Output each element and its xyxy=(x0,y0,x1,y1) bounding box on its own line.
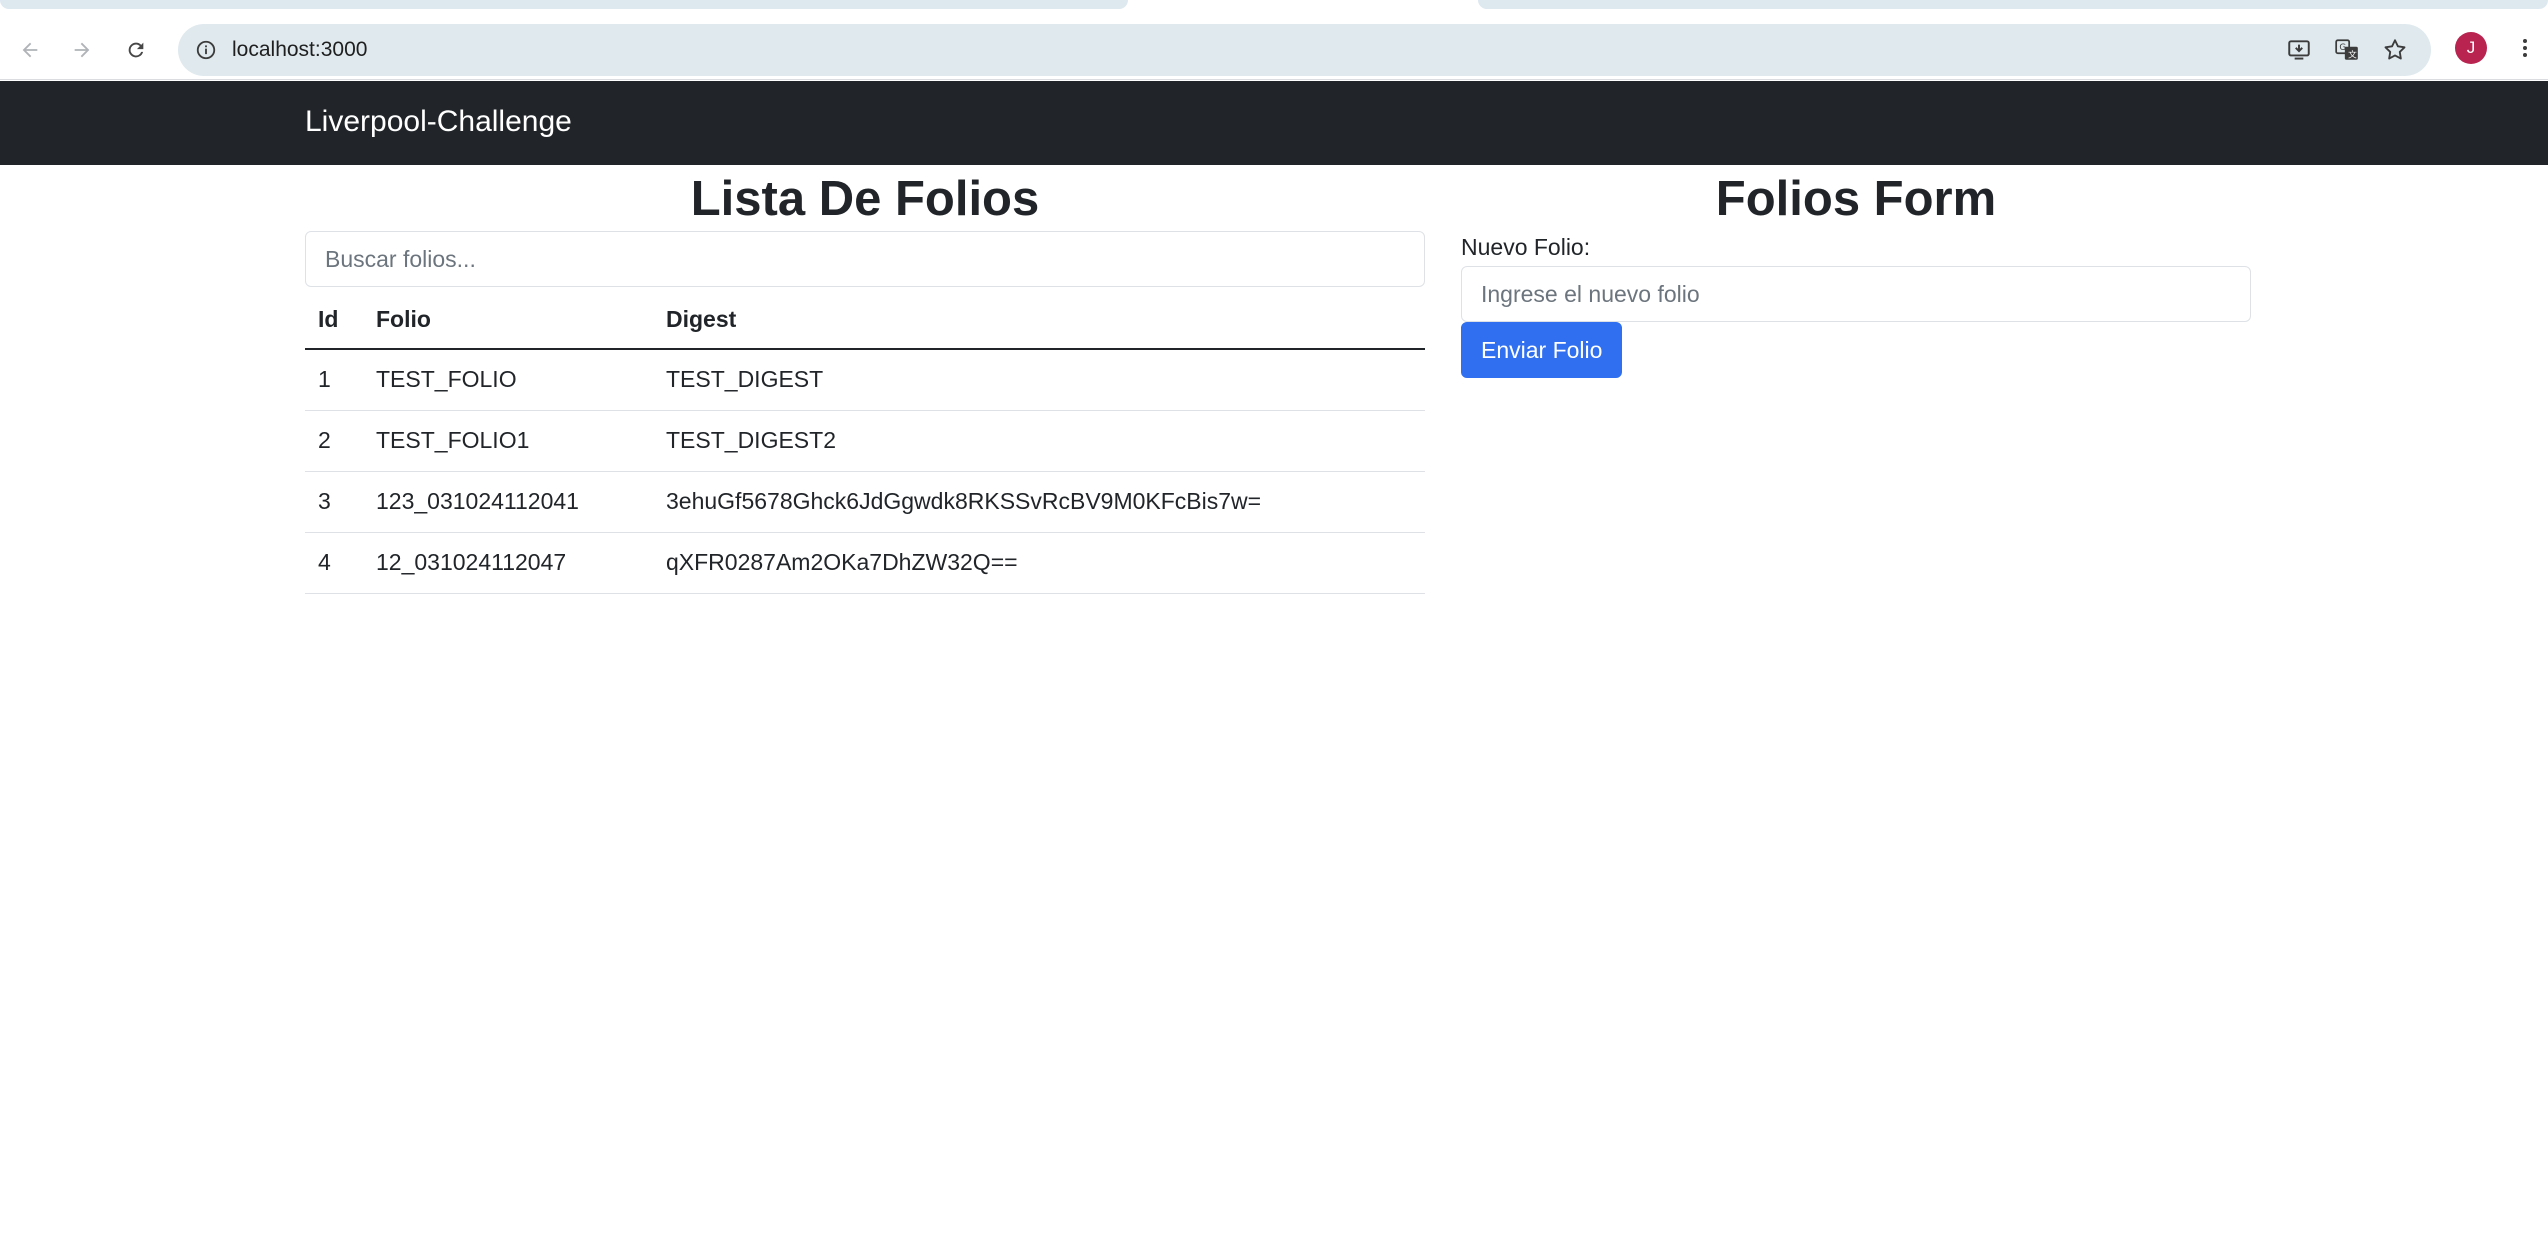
folios-table: Id Folio Digest 1 TEST_FOLIO TEST_DIGEST… xyxy=(305,291,1425,594)
column-header-folio: Folio xyxy=(363,291,653,350)
more-vert-icon xyxy=(2523,39,2527,57)
new-folio-label: Nuevo Folio: xyxy=(1461,234,1591,260)
form-title: Folios Form xyxy=(1715,172,1997,226)
cell-digest: TEST_DIGEST xyxy=(653,349,1425,411)
table-header-row: Id Folio Digest xyxy=(305,291,1425,350)
reload-icon xyxy=(128,42,144,58)
info-icon xyxy=(196,40,216,60)
cell-digest: qXFR0287Am2OKa7DhZW32Q== xyxy=(653,532,1425,594)
address-bar[interactable]: localhost:3000 G文 xyxy=(178,24,2431,76)
search-input[interactable] xyxy=(305,231,1425,287)
folios-list-section: Lista De Folios Id Folio Digest 1 TEST_F… xyxy=(305,165,1425,594)
install-app-button[interactable] xyxy=(2284,35,2314,65)
cell-digest: TEST_DIGEST2 xyxy=(653,410,1425,472)
column-header-id: Id xyxy=(305,291,363,350)
navbar-brand[interactable]: Liverpool-Challenge xyxy=(305,105,572,139)
install-app-icon xyxy=(2288,40,2310,60)
column-header-digest: Digest xyxy=(653,291,1425,350)
svg-text:文: 文 xyxy=(2348,49,2357,61)
table-row: 2 TEST_FOLIO1 TEST_DIGEST2 xyxy=(305,410,1425,472)
folios-form-section: Folios Form Nuevo Folio: Enviar Folio xyxy=(1461,165,2251,378)
reload-button[interactable] xyxy=(118,32,154,68)
folio-form: Nuevo Folio: Enviar Folio xyxy=(1461,231,2251,378)
cell-id: 3 xyxy=(305,471,363,533)
forward-arrow-icon xyxy=(74,42,90,58)
cell-digest: 3ehuGf5678Ghck6JdGgwdk8RKSSvRcBV9M0KFcBi… xyxy=(653,471,1425,533)
translate-button[interactable]: G文 xyxy=(2332,35,2362,65)
svg-text:G: G xyxy=(2339,43,2346,53)
back-arrow-icon xyxy=(22,42,38,58)
bookmark-button[interactable] xyxy=(2380,35,2410,65)
back-button[interactable] xyxy=(12,32,48,68)
site-info-button[interactable] xyxy=(192,36,220,64)
profile-avatar[interactable]: J xyxy=(2455,32,2487,64)
table-row: 1 TEST_FOLIO TEST_DIGEST xyxy=(305,349,1425,411)
cell-folio: TEST_FOLIO1 xyxy=(363,410,653,472)
cell-folio: TEST_FOLIO xyxy=(363,349,653,411)
browser-tab[interactable] xyxy=(0,0,1128,9)
new-folio-input[interactable] xyxy=(1461,266,2251,322)
translate-icon: G文 xyxy=(2335,39,2358,61)
url-text[interactable]: localhost:3000 xyxy=(232,38,367,62)
browser-tab[interactable] xyxy=(1478,0,2548,9)
cell-id: 4 xyxy=(305,532,363,594)
cell-folio: 123_031024112041 xyxy=(363,471,653,533)
browser-toolbar: localhost:3000 G文 J xyxy=(0,20,2548,80)
cell-id: 2 xyxy=(305,410,363,472)
table-row: 3 123_031024112041 3ehuGf5678Ghck6JdGgwd… xyxy=(305,471,1425,533)
app-navbar: Liverpool-Challenge xyxy=(0,81,2548,165)
cell-folio: 12_031024112047 xyxy=(363,532,653,594)
forward-button[interactable] xyxy=(64,32,100,68)
cell-id: 1 xyxy=(305,349,363,411)
submit-folio-button[interactable]: Enviar Folio xyxy=(1461,322,1623,378)
table-row: 4 12_031024112047 qXFR0287Am2OKa7DhZW32Q… xyxy=(305,532,1425,594)
star-icon xyxy=(2384,39,2406,60)
list-title: Lista De Folios xyxy=(690,172,1040,226)
browser-menu-button[interactable] xyxy=(2510,30,2540,66)
browser-tabstrip xyxy=(0,0,2548,20)
